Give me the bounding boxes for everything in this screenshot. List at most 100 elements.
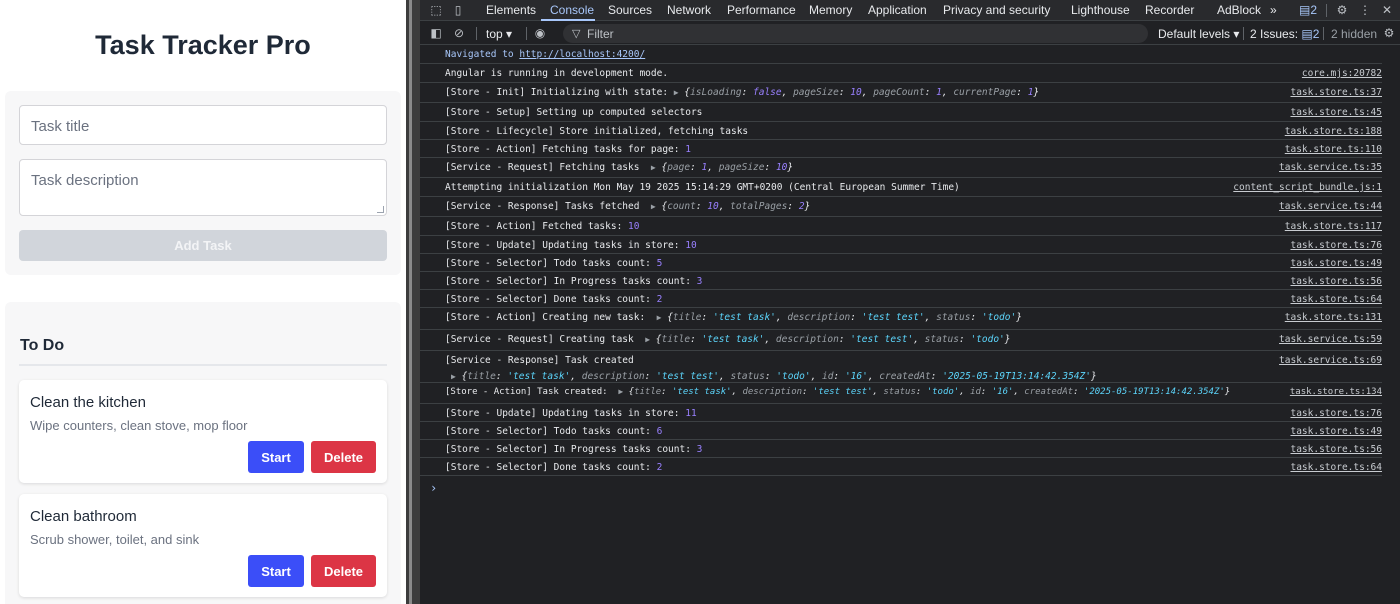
issues-count-badge: ▤2 — [1301, 27, 1320, 41]
console-log: Navigated to http://localhost:4200/ Angu… — [420, 45, 1400, 604]
log-object[interactable]: {isLoading: false, pageSize: 10, pageCou… — [684, 87, 1039, 98]
issues-button[interactable]: 2 Issues: ▤2 — [1250, 27, 1319, 41]
devtools-splitter[interactable] — [406, 0, 420, 604]
source-link[interactable]: core.mjs:20782 — [1302, 68, 1382, 79]
log-message: [Store - Init] Initializing with state: … — [445, 87, 1039, 98]
tab-recorder[interactable]: Recorder — [1145, 3, 1194, 17]
source-link[interactable]: task.store.ts:64 — [1290, 462, 1382, 473]
tab-elements[interactable]: Elements — [486, 3, 536, 17]
source-link[interactable]: task.service.ts:59 — [1279, 334, 1382, 345]
source-link[interactable]: task.store.ts:56 — [1290, 444, 1382, 455]
log-number: 11 — [685, 408, 697, 419]
source-link[interactable]: task.store.ts:64 — [1290, 294, 1382, 305]
tab-application[interactable]: Application — [868, 3, 927, 17]
source-link[interactable]: task.store.ts:49 — [1290, 258, 1382, 269]
inspect-element-icon[interactable]: ⬚ — [429, 3, 443, 17]
expand-arrow-icon[interactable]: ▶ — [645, 335, 650, 344]
tab-memory[interactable]: Memory — [809, 3, 852, 17]
log-message: [Store - Selector] Done tasks count: 2 — [445, 462, 662, 473]
tab-lighthouse[interactable]: Lighthouse — [1071, 3, 1130, 17]
issues-tab-badge[interactable]: ▤2 — [1299, 3, 1317, 17]
obj-value: '2025-05-19T13:14:42.354Z' — [942, 371, 1091, 382]
delete-button[interactable]: Delete — [311, 441, 376, 473]
task-description-textarea[interactable]: Task description — [19, 159, 387, 216]
log-text: [Store - Selector] In Progress tasks cou… — [445, 444, 697, 455]
tab-network[interactable]: Network — [667, 3, 711, 17]
obj-value: '16' — [844, 371, 868, 382]
tab-console[interactable]: Console — [550, 3, 594, 17]
obj-value: 'test task' — [672, 387, 732, 397]
log-object[interactable]: {count: 10, totalPages: 2} — [661, 201, 810, 212]
console-prompt[interactable]: › — [430, 481, 437, 495]
log-object[interactable]: {title: 'test task', description: 'test … — [656, 334, 1011, 345]
source-link[interactable]: task.store.ts:117 — [1285, 221, 1382, 232]
log-object-line: ▶ {title: 'test task', description: 'tes… — [451, 371, 1097, 382]
tab-adblock[interactable]: AdBlock — [1217, 3, 1261, 17]
source-link[interactable]: task.service.ts:35 — [1279, 162, 1382, 173]
start-button[interactable]: Start — [248, 555, 304, 587]
source-link[interactable]: task.store.ts:56 — [1290, 276, 1382, 287]
log-entry: [Store - Selector] Done tasks count: 2 t… — [420, 290, 1382, 308]
filter-input[interactable]: ▽ Filter — [563, 24, 1148, 43]
sidebar-toggle-icon[interactable]: ◧ — [429, 26, 443, 40]
obj-value: false — [753, 87, 782, 98]
clear-console-icon[interactable]: ⊘ — [452, 26, 466, 40]
log-message: [Store - Update] Updating tasks in store… — [445, 408, 697, 419]
splitter-handle[interactable] — [409, 0, 412, 604]
log-text: [Store - Action] Task created: — [445, 387, 619, 397]
source-link[interactable]: task.store.ts:76 — [1290, 240, 1382, 251]
obj-value: 1 — [936, 87, 942, 98]
close-icon[interactable]: ✕ — [1380, 3, 1394, 17]
log-entry: [Service - Response] Task created ▶ {tit… — [420, 351, 1382, 383]
source-link[interactable]: task.store.ts:37 — [1290, 87, 1382, 98]
more-options-icon[interactable]: ⋮ — [1358, 3, 1372, 17]
log-message: [Service - Response] Tasks fetched ▶ {co… — [445, 201, 810, 212]
expand-arrow-icon[interactable]: ▶ — [657, 313, 662, 322]
source-link[interactable]: task.store.ts:134 — [1290, 387, 1382, 397]
tab-sources[interactable]: Sources — [608, 3, 652, 17]
log-message: [Service - Response] Task created — [445, 355, 634, 366]
source-link[interactable]: task.store.ts:45 — [1290, 107, 1382, 118]
delete-button[interactable]: Delete — [311, 555, 376, 587]
start-button[interactable]: Start — [248, 441, 304, 473]
source-link[interactable]: content_script_bundle.js:1 — [1233, 182, 1382, 193]
log-levels-dropdown[interactable]: Default levels ▾ — [1158, 27, 1239, 41]
task-title-input[interactable]: Task title — [19, 105, 387, 145]
context-selector[interactable]: top ▾ — [486, 27, 512, 41]
obj-value: 1 — [701, 162, 708, 173]
resize-grip-icon[interactable] — [377, 206, 384, 213]
log-object[interactable]: {title: 'test task', description: 'test … — [629, 387, 1231, 397]
live-expression-eye-icon[interactable]: ◉ — [533, 26, 547, 40]
log-text: [Store - Update] Updating tasks in store… — [445, 408, 686, 419]
tab-performance[interactable]: Performance — [727, 3, 796, 17]
log-message: [Store - Setup] Setting up computed sele… — [445, 107, 703, 118]
expand-arrow-icon[interactable]: ▶ — [451, 372, 456, 381]
navigated-url-link[interactable]: http://localhost:4200/ — [519, 49, 645, 60]
console-settings-gear-icon[interactable]: ⚙ — [1382, 26, 1396, 40]
task-title: Clean the kitchen — [30, 394, 146, 411]
add-task-button[interactable]: Add Task — [19, 230, 387, 261]
log-message: [Service - Request] Creating task ▶ {tit… — [445, 334, 1011, 345]
source-link[interactable]: task.store.ts:76 — [1290, 408, 1382, 419]
tab-privacy-security[interactable]: Privacy and security — [943, 3, 1050, 17]
log-message: [Store - Selector] In Progress tasks cou… — [445, 444, 702, 455]
expand-arrow-icon[interactable]: ▶ — [651, 202, 656, 211]
source-link[interactable]: task.service.ts:44 — [1279, 201, 1382, 212]
more-tabs-icon[interactable]: » — [1270, 3, 1277, 17]
log-object[interactable]: {page: 1, pageSize: 10} — [661, 162, 793, 173]
settings-gear-icon[interactable]: ⚙ — [1335, 3, 1349, 17]
source-link[interactable]: task.store.ts:49 — [1290, 426, 1382, 437]
expand-arrow-icon[interactable]: ▶ — [674, 88, 679, 97]
log-number: 10 — [685, 240, 697, 251]
source-link[interactable]: task.store.ts:188 — [1285, 126, 1382, 137]
source-link[interactable]: task.service.ts:69 — [1279, 355, 1382, 366]
log-object[interactable]: {title: 'test task', description: 'test … — [462, 371, 1097, 382]
todo-column-title: To Do — [20, 337, 65, 354]
expand-arrow-icon[interactable]: ▶ — [618, 387, 623, 396]
obj-value: '2025-05-19T13:14:42.354Z' — [1083, 387, 1225, 397]
source-link[interactable]: task.store.ts:110 — [1285, 144, 1382, 155]
log-object[interactable]: {title: 'test task', description: 'test … — [667, 312, 1022, 323]
device-toolbar-icon[interactable]: ▯ — [451, 3, 465, 17]
source-link[interactable]: task.store.ts:131 — [1285, 312, 1382, 323]
expand-arrow-icon[interactable]: ▶ — [651, 163, 656, 172]
